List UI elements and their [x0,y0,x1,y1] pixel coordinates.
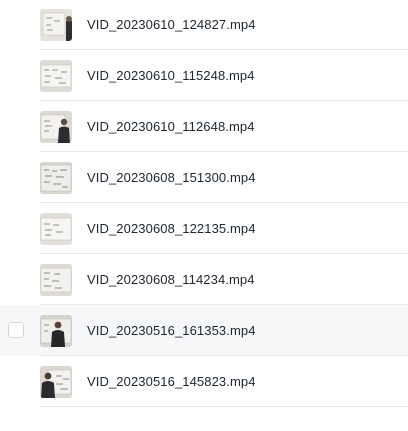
file-name[interactable]: VID_20230608_122135.mp4 [87,221,256,236]
video-thumbnail-icon[interactable] [40,9,72,41]
row-select-checkbox[interactable] [8,322,24,338]
file-name[interactable]: VID_20230610_115248.mp4 [87,68,255,83]
file-name[interactable]: VID_20230610_124827.mp4 [87,17,256,32]
video-thumbnail-icon[interactable] [40,162,72,194]
video-thumbnail-icon[interactable] [40,264,72,296]
video-thumbnail-icon[interactable] [40,366,72,398]
row-divider [40,406,408,407]
video-thumbnail-icon[interactable] [40,213,72,245]
file-name[interactable]: VID_20230608_114234.mp4 [87,272,255,287]
file-row[interactable]: VID_20230516_145823.mp4 [0,356,408,407]
file-name[interactable]: VID_20230610_112648.mp4 [87,119,255,134]
file-name[interactable]: VID_20230608_151300.mp4 [87,170,256,185]
file-row[interactable]: VID_20230610_112648.mp4 [0,101,408,152]
video-thumbnail-icon[interactable] [40,111,72,143]
file-name[interactable]: VID_20230516_145823.mp4 [87,374,256,389]
file-row[interactable]: VID_20230608_151300.mp4 [0,152,408,203]
video-thumbnail-icon[interactable] [40,60,72,92]
file-row[interactable]: VID_20230516_161353.mp4 [0,305,408,356]
file-row[interactable]: VID_20230610_115248.mp4 [0,50,408,101]
file-row[interactable]: VID_20230610_124827.mp4 [0,0,408,50]
file-name[interactable]: VID_20230516_161353.mp4 [87,323,256,338]
video-thumbnail-icon[interactable] [40,315,72,347]
file-row[interactable]: VID_20230608_114234.mp4 [0,254,408,305]
file-list: VID_20230610_124827.mp4 VID_20230610_115… [0,0,408,431]
file-row[interactable]: VID_20230608_122135.mp4 [0,203,408,254]
